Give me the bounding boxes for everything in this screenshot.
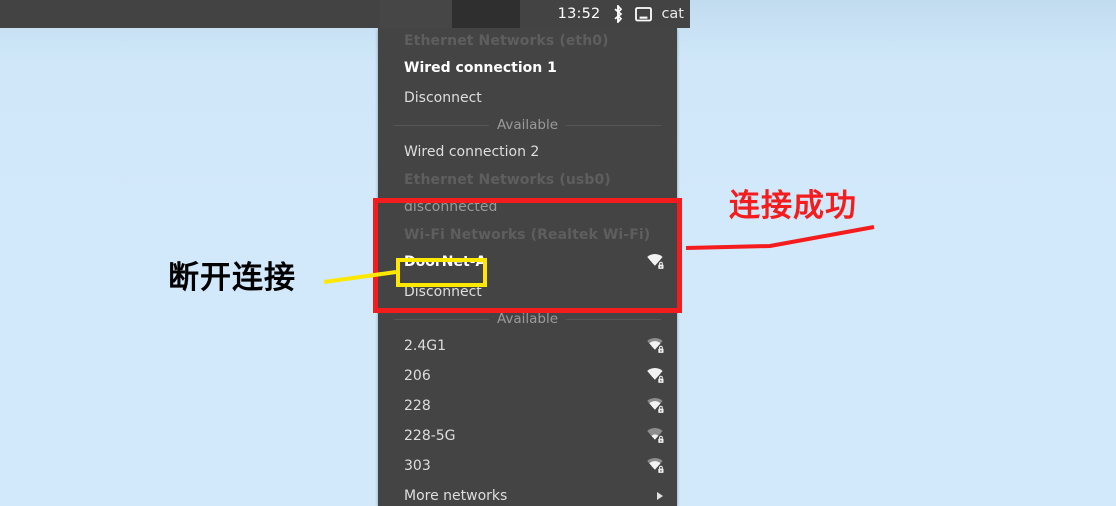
separator-line-left xyxy=(394,124,489,126)
separator-label: Available xyxy=(496,117,559,133)
menu-section-header: Wi-Fi Networks (Realtek Wi-Fi) xyxy=(404,226,651,243)
menu-item-label: Disconnect xyxy=(404,284,482,300)
menu-item-label: disconnected xyxy=(404,199,498,215)
menu-item-wired-connection-1[interactable]: Wired connection 1 xyxy=(378,53,677,83)
menu-item-label: More networks xyxy=(404,488,508,504)
menu-separator: Available xyxy=(378,113,677,137)
wifi-secure-icon xyxy=(646,427,665,445)
menu-section-header: Ethernet Networks (eth0) xyxy=(404,32,609,49)
separator-label: Available xyxy=(496,311,559,327)
clock-label[interactable]: 13:52 xyxy=(558,7,601,22)
wifi-secure-icon xyxy=(646,397,665,415)
panel-segment-left xyxy=(0,0,380,28)
menu-separator: Available xyxy=(378,307,677,331)
menu-item-label: Disconnect xyxy=(404,90,482,106)
annotation-left-label: 断开连接 xyxy=(168,260,296,296)
menu-item-label: 228-5G xyxy=(404,428,456,444)
menu-item-228[interactable]: 228 xyxy=(378,391,677,421)
panel-segment-mid xyxy=(380,0,452,28)
chevron-right-icon xyxy=(657,492,663,500)
menu-item-more-networks[interactable]: More networks xyxy=(378,481,677,506)
panel-segment-active-window xyxy=(452,0,520,28)
menu-item-label: 228 xyxy=(404,398,431,414)
menu-item-label: Wired connection 2 xyxy=(404,144,540,160)
wifi-secure-icon xyxy=(646,367,665,385)
separator-line-right xyxy=(566,318,662,320)
menu-item-228-5g[interactable]: 228-5G xyxy=(378,421,677,451)
top-panel: 13:52 cat xyxy=(0,0,690,28)
menu-item-303[interactable]: 303 xyxy=(378,451,677,481)
display-icon[interactable] xyxy=(635,5,653,23)
bluetooth-icon[interactable] xyxy=(609,5,626,23)
annotation-right-label: 连接成功 xyxy=(729,188,857,224)
menu-item-disconnected[interactable]: disconnected xyxy=(378,192,677,222)
menu-item-label: Wired connection 1 xyxy=(404,60,557,76)
wifi-secure-icon xyxy=(646,253,665,271)
separator-line-left xyxy=(394,318,489,320)
menu-item-2-4g1[interactable]: 2.4G1 xyxy=(378,331,677,361)
system-tray: 13:52 cat xyxy=(520,0,690,28)
menu-item-disconnect[interactable]: Disconnect xyxy=(378,83,677,113)
wifi-secure-icon xyxy=(646,337,665,355)
menu-section-header: Ethernet Networks (usb0) xyxy=(404,171,611,188)
network-menu[interactable]: Ethernet Networks (eth0) Wired connection… xyxy=(378,28,677,506)
menu-item-label: 206 xyxy=(404,368,431,384)
menu-item-label: DoorNet-A xyxy=(404,254,487,270)
menu-item-doornet-a[interactable]: DoorNet-A xyxy=(378,247,677,277)
menu-item-206[interactable]: 206 xyxy=(378,361,677,391)
menu-item-label: 2.4G1 xyxy=(404,338,447,354)
username-label[interactable]: cat xyxy=(661,7,684,22)
menu-item-disconnect[interactable]: Disconnect xyxy=(378,277,677,307)
separator-line-right xyxy=(566,124,662,126)
wifi-secure-icon xyxy=(646,457,665,475)
menu-item-label: 303 xyxy=(404,458,431,474)
menu-item-wired-connection-2[interactable]: Wired connection 2 xyxy=(378,137,677,167)
